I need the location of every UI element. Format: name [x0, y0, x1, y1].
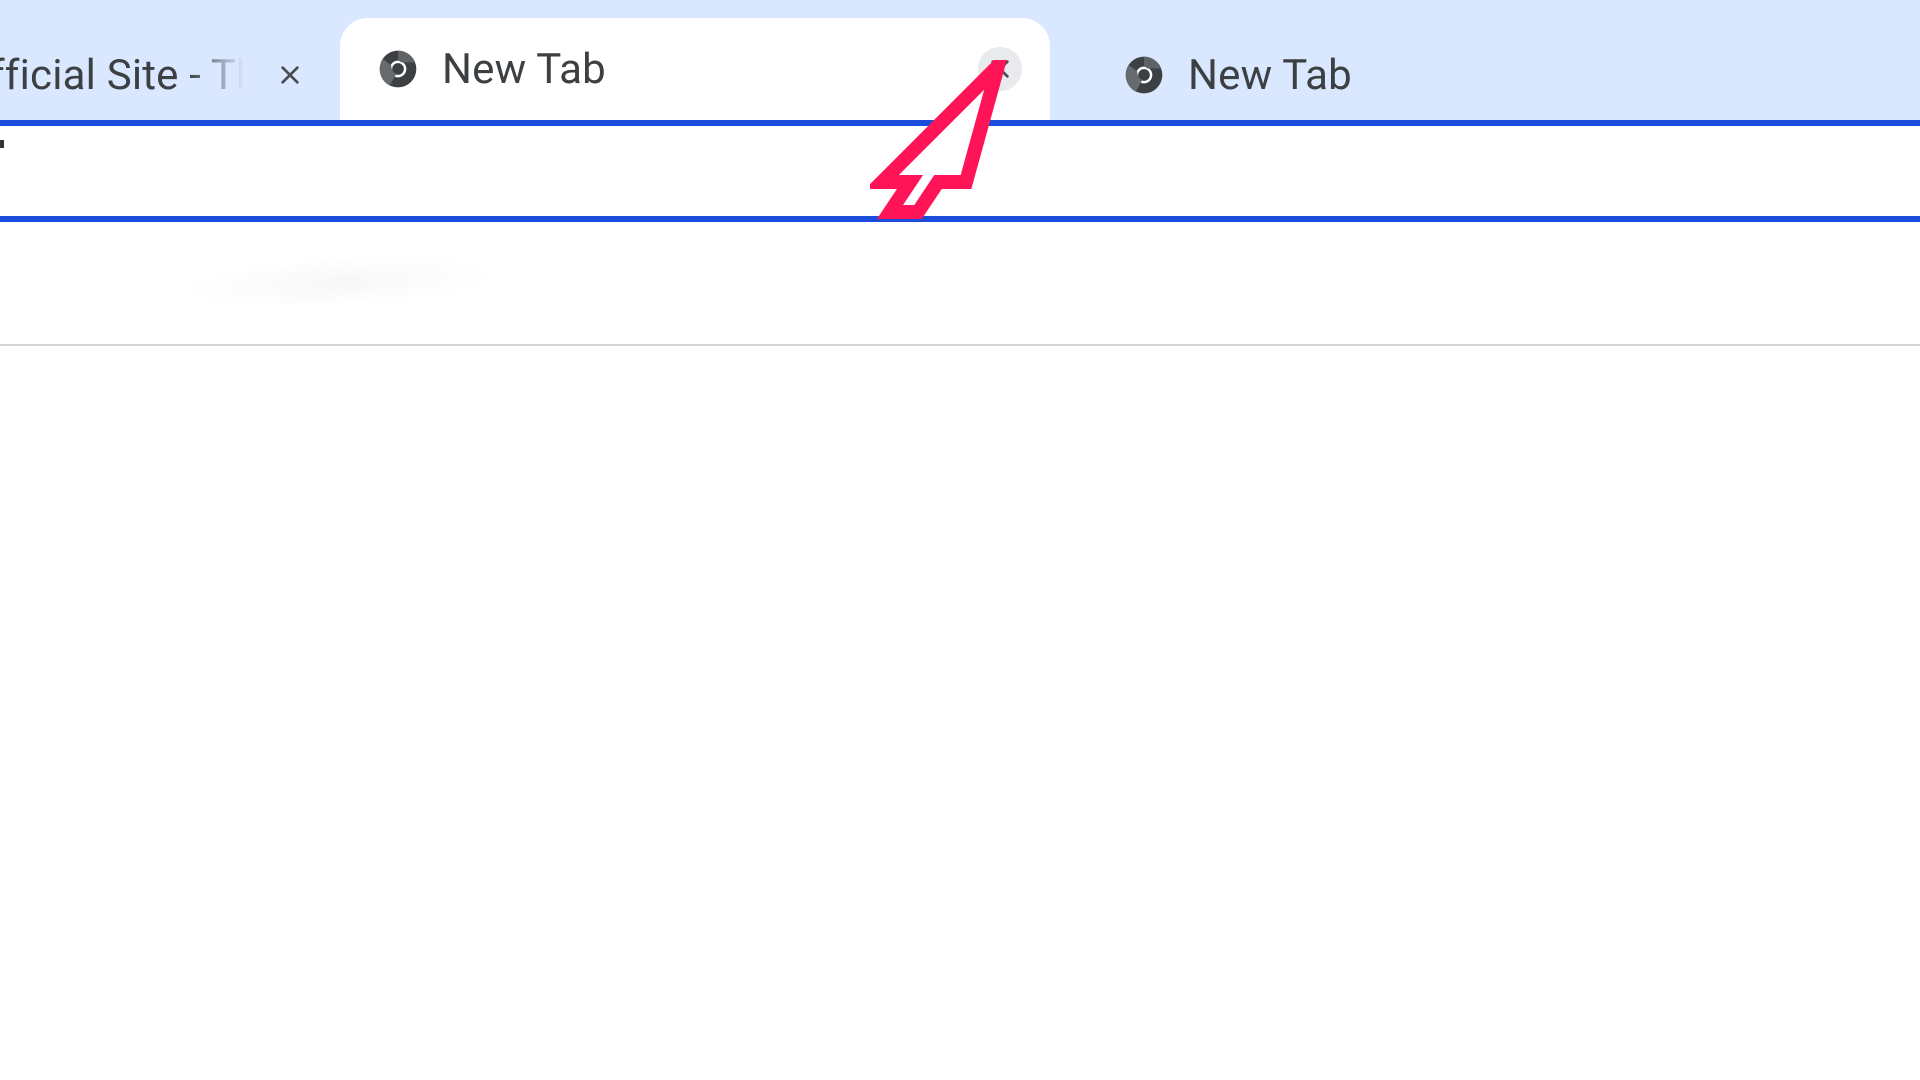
tab-inactive-2[interactable]: New Tab [1090, 30, 1800, 120]
tab-inactive-0[interactable]: fficial Site - The [0, 30, 340, 120]
chrome-favicon-icon [1124, 55, 1164, 95]
tab-close-button[interactable] [268, 53, 312, 97]
close-icon [989, 58, 1011, 80]
chrome-favicon-icon [378, 49, 418, 89]
tab-active-wrap: New Tab [340, 18, 1050, 120]
address-bar[interactable] [0, 120, 1920, 222]
tab-title: New Tab [1188, 51, 1772, 100]
bookmarks-bar[interactable] [0, 222, 1920, 346]
tab-strip: fficial Site - The New Tab [0, 0, 1920, 120]
tab-title: New Tab [442, 45, 954, 94]
tab-close-button[interactable] [978, 47, 1022, 91]
browser-toolbar [0, 120, 1920, 346]
tab-active[interactable]: New Tab [340, 18, 1050, 120]
tab-title: fficial Site - The [0, 51, 244, 100]
close-icon [279, 64, 301, 86]
